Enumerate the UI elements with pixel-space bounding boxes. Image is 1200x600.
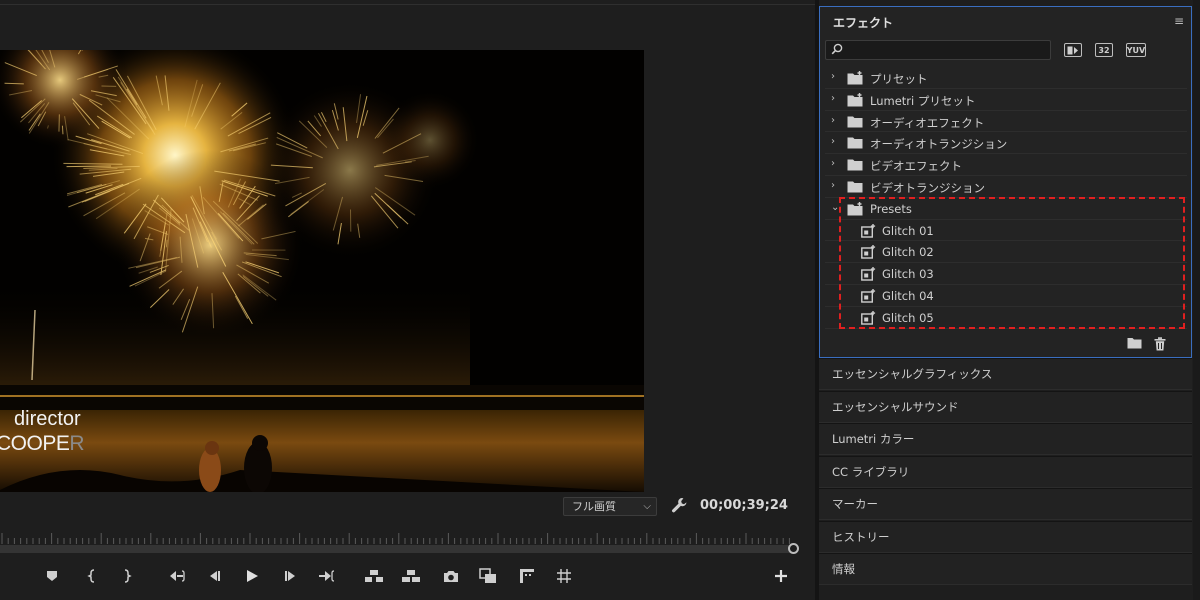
tree-item-label: Lumetri プリセット [870, 93, 976, 108]
play-icon [247, 570, 258, 582]
tree-item-label: オーディオトランジション [870, 137, 1008, 152]
safe-margins-icon [520, 569, 534, 583]
effects-panel-title[interactable]: エフェクト [833, 14, 893, 31]
video-title-name-fade: R [69, 432, 85, 455]
comparison-icon [479, 568, 496, 583]
panel-tab-essential-sound[interactable]: エッセンシャルサウンド [819, 390, 1192, 423]
tree-item-label: ビデオエフェクト [870, 159, 962, 174]
lift-icon [365, 570, 383, 582]
video-title-director: director [14, 408, 81, 430]
video-title-name-main: COOPE [0, 432, 70, 455]
mark-in-icon [87, 569, 95, 583]
scrub-bar[interactable] [0, 545, 795, 553]
tree-item-label: プリセット [870, 72, 928, 86]
export-frame-button[interactable] [440, 566, 462, 586]
monitor-top-divider [0, 4, 815, 5]
go-to-out-icon [319, 570, 335, 582]
panel-tab-cc-libraries[interactable]: CC ライブラリ [819, 455, 1192, 488]
step-forward-icon [285, 571, 295, 581]
folder-icon [847, 158, 863, 174]
panel-menu-icon[interactable]: ≡ [1174, 14, 1184, 28]
preset-folder-icon [847, 92, 863, 110]
step-back-icon [210, 571, 220, 581]
32bit-effects-filter[interactable]: 32 [1095, 43, 1113, 57]
folder-icon [847, 115, 863, 131]
highlight-annotation-box [839, 197, 1185, 329]
video-title-name: COOPER [0, 432, 85, 456]
wrench-icon[interactable] [671, 497, 687, 515]
go-to-in-icon [170, 570, 185, 582]
32bit-badge-label: 32 [1098, 45, 1110, 55]
chevron-down-icon: ⌵ [643, 501, 651, 512]
panel-tab-essential-graphics[interactable]: エッセンシャルグラフィックス [819, 358, 1192, 390]
grid-icon [557, 569, 571, 583]
preset-folder-icon [847, 71, 863, 88]
extract-button[interactable] [400, 566, 422, 586]
accelerated-icon [1067, 46, 1078, 54]
zoom-scroll-handle[interactable] [788, 543, 799, 554]
effects-bin-item[interactable]: › ビデオトランジション [825, 176, 1187, 198]
effects-bin-item[interactable]: › オーディオトランジション [825, 132, 1187, 155]
safe-margins-button[interactable] [516, 566, 538, 586]
new-bin-icon[interactable] [1127, 337, 1142, 349]
effects-bin-item[interactable]: › プリセット [825, 67, 1187, 89]
search-icon [831, 43, 843, 55]
chevron-right-icon[interactable]: › [831, 115, 835, 126]
playhead-timecode[interactable]: 00;00;39;24 [700, 498, 788, 513]
tree-item-label: ビデオトランジション [870, 180, 985, 195]
marker-icon [47, 571, 57, 581]
fireworks-video-image [0, 50, 644, 492]
mark-in-button[interactable] [81, 566, 103, 586]
step-back-button[interactable] [203, 566, 225, 586]
trash-icon[interactable] [1154, 337, 1166, 351]
chevron-right-icon[interactable]: › [831, 136, 835, 147]
plus-icon [775, 570, 787, 582]
accelerated-effects-filter[interactable] [1064, 43, 1082, 57]
yuv-effects-filter[interactable]: YUV [1126, 43, 1146, 57]
chevron-right-icon[interactable]: › [831, 71, 835, 82]
program-monitor: director COOPER フル画質 ⌵ 00;00;39;24 [0, 0, 815, 600]
go-to-in-button[interactable] [166, 566, 188, 586]
chevron-right-icon[interactable]: › [831, 158, 835, 169]
yuv-badge-label: YUV [1126, 45, 1146, 55]
button-editor-button[interactable] [770, 566, 792, 586]
playback-resolution-value: フル画質 [572, 500, 616, 513]
effects-search-input[interactable] [825, 40, 1051, 60]
time-ruler[interactable] [0, 527, 800, 545]
effects-bin-item[interactable]: › ビデオエフェクト [825, 154, 1187, 176]
playback-resolution-select[interactable]: フル画質 ⌵ [563, 497, 657, 516]
step-forward-button[interactable] [280, 566, 302, 586]
extract-icon [402, 570, 420, 582]
effects-bin-item[interactable]: › Lumetri プリセット [825, 89, 1187, 111]
panel-tab-history[interactable]: ヒストリー [819, 520, 1192, 553]
lift-button[interactable] [363, 566, 385, 586]
folder-icon [847, 180, 863, 196]
camera-icon [444, 570, 458, 582]
chevron-right-icon[interactable]: › [831, 93, 835, 104]
panel-tab-markers[interactable]: マーカー [819, 488, 1192, 520]
grid-button[interactable] [553, 566, 575, 586]
effects-bin-item[interactable]: › オーディオエフェクト [825, 111, 1187, 133]
go-to-out-button[interactable] [316, 566, 338, 586]
folder-icon [847, 136, 863, 152]
panel-tab-lumetri-color[interactable]: Lumetri カラー [819, 423, 1192, 455]
add-marker-button[interactable] [41, 566, 63, 586]
mark-out-icon [124, 569, 132, 583]
video-frame[interactable]: director COOPER [0, 50, 644, 492]
panel-tab-info[interactable]: 情報 [819, 553, 1192, 585]
mark-out-button[interactable] [116, 566, 138, 586]
window-right-edge [1193, 0, 1200, 600]
comparison-view-button[interactable] [477, 566, 499, 586]
tree-item-label: オーディオエフェクト [870, 115, 985, 130]
play-button[interactable] [241, 566, 263, 586]
chevron-right-icon[interactable]: › [831, 180, 835, 191]
